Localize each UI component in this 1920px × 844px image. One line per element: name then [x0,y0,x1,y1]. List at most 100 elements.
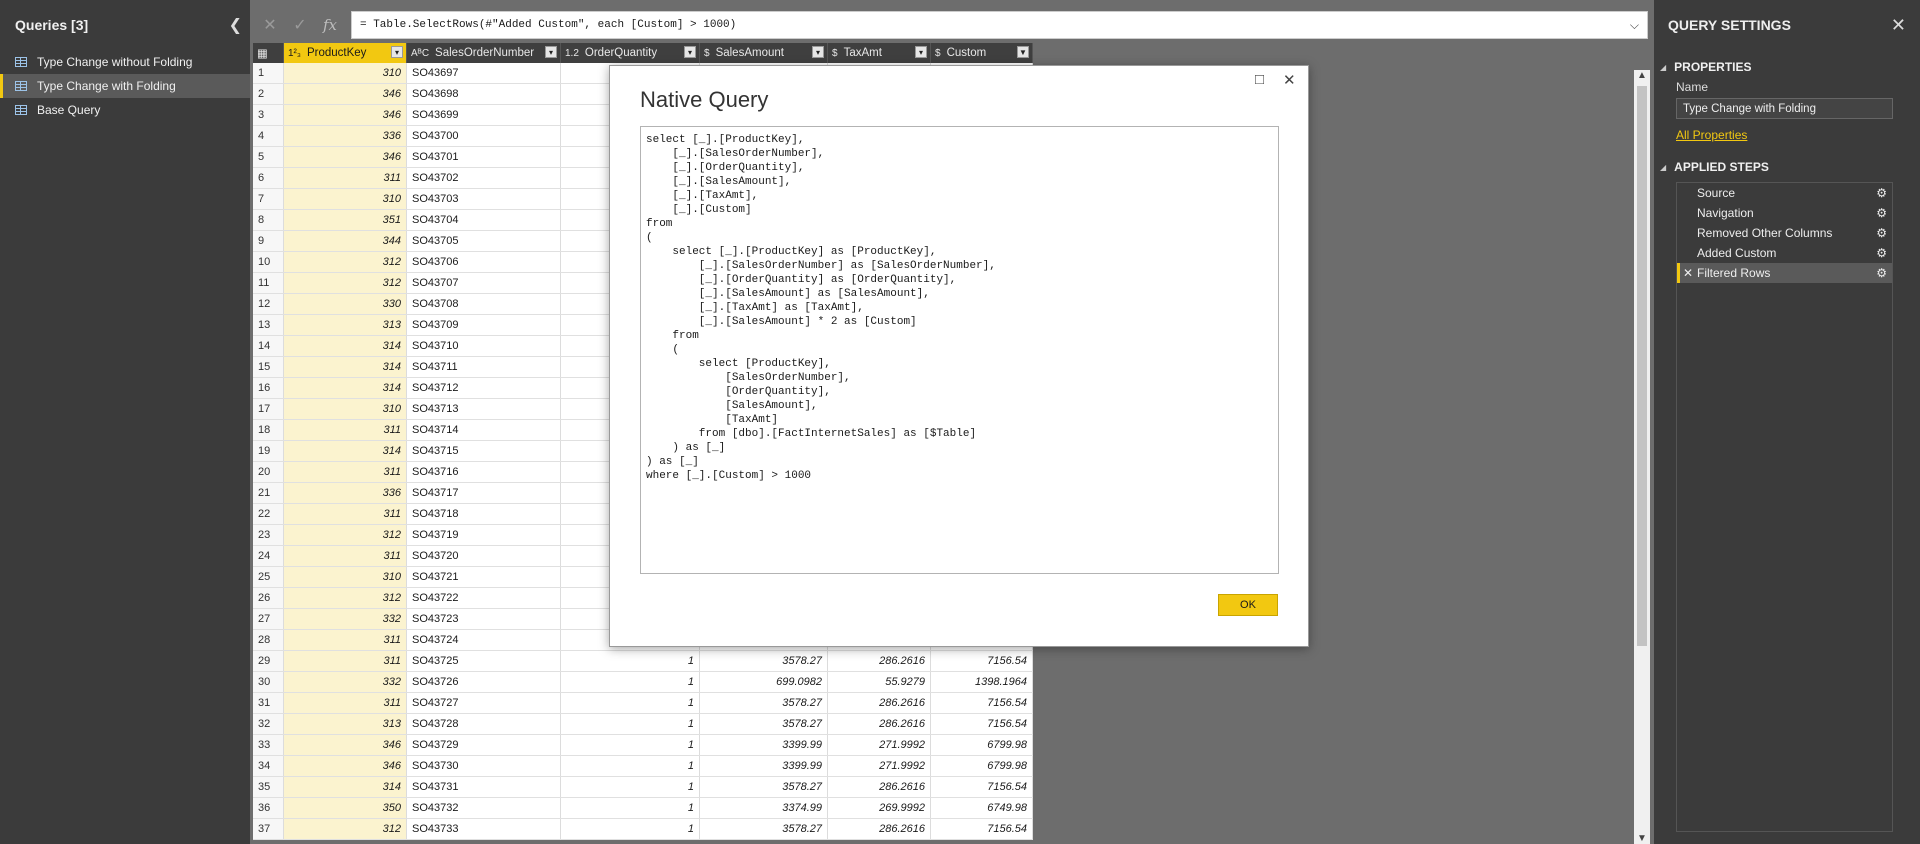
query-item-type-change-with-folding[interactable]: Type Change with Folding [0,74,250,98]
column-filter-active-icon[interactable]: ▼ [1017,46,1029,58]
table-row[interactable]: 37 312 SO43733 1 3578.27 286.2616 7156.54 [253,819,1033,840]
cell-salesordernumber[interactable]: SO43713 [407,399,561,419]
cell-salesordernumber[interactable]: SO43700 [407,126,561,146]
cell-salesordernumber[interactable]: SO43701 [407,147,561,167]
cell-custom[interactable]: 1398.1964 [931,672,1033,692]
cell-salesordernumber[interactable]: SO43725 [407,651,561,671]
row-number[interactable]: 33 [253,735,284,755]
row-number[interactable]: 11 [253,273,284,293]
gear-icon[interactable]: ⚙ [1876,246,1887,260]
row-number[interactable]: 36 [253,798,284,818]
cell-orderquantity[interactable]: 1 [561,756,700,776]
cell-productkey[interactable]: 346 [284,756,407,776]
cell-custom[interactable]: 6799.98 [931,735,1033,755]
cell-salesordernumber[interactable]: SO43703 [407,189,561,209]
column-filter-dropdown[interactable]: ▾ [915,46,927,58]
cell-taxamt[interactable]: 286.2616 [828,693,931,713]
cell-productkey[interactable]: 346 [284,105,407,125]
table-row[interactable]: 33 346 SO43729 1 3399.99 271.9992 6799.98 [253,735,1033,756]
cell-salesordernumber[interactable]: SO43712 [407,378,561,398]
cell-productkey[interactable]: 312 [284,252,407,272]
cell-custom[interactable]: 7156.54 [931,693,1033,713]
sql-text-area[interactable]: select [_].[ProductKey], [_].[SalesOrder… [640,126,1279,574]
table-row[interactable]: 30 332 SO43726 1 699.0982 55.9279 1398.1964 [253,672,1033,693]
column-filter-dropdown[interactable]: ▾ [684,46,696,58]
row-number[interactable]: 32 [253,714,284,734]
row-number[interactable]: 3 [253,105,284,125]
fx-icon[interactable]: fx [315,16,345,34]
row-number[interactable]: 26 [253,588,284,608]
cell-custom[interactable]: 6749.98 [931,798,1033,818]
maximize-icon[interactable]: □ [1255,71,1264,88]
column-header-orderquantity[interactable]: 1.2 OrderQuantity ▾ [561,43,700,63]
cell-taxamt[interactable]: 55.9279 [828,672,931,692]
collapse-pane-icon[interactable]: ❮ [229,15,242,35]
cell-salesamount[interactable]: 3578.27 [700,777,828,797]
row-number[interactable]: 9 [253,231,284,251]
cell-taxamt[interactable]: 271.9992 [828,735,931,755]
cell-salesordernumber[interactable]: SO43699 [407,105,561,125]
row-number[interactable]: 10 [253,252,284,272]
query-name-input[interactable]: Type Change with Folding [1676,98,1893,119]
cell-productkey[interactable]: 311 [284,168,407,188]
row-number[interactable]: 13 [253,315,284,335]
row-number[interactable]: 17 [253,399,284,419]
cell-salesordernumber[interactable]: SO43732 [407,798,561,818]
cell-salesordernumber[interactable]: SO43731 [407,777,561,797]
cell-salesordernumber[interactable]: SO43715 [407,441,561,461]
close-icon[interactable]: ✕ [1891,15,1906,36]
cell-productkey[interactable]: 311 [284,420,407,440]
cell-orderquantity[interactable]: 1 [561,651,700,671]
cell-salesordernumber[interactable]: SO43698 [407,84,561,104]
row-number[interactable]: 37 [253,819,284,839]
cell-salesamount[interactable]: 3399.99 [700,735,828,755]
step-removed-other-columns[interactable]: Removed Other Columns ⚙ [1677,223,1892,243]
cell-productkey[interactable]: 310 [284,189,407,209]
table-row[interactable]: 36 350 SO43732 1 3374.99 269.9992 6749.98 [253,798,1033,819]
table-row[interactable]: 31 311 SO43727 1 3578.27 286.2616 7156.54 [253,693,1033,714]
cell-productkey[interactable]: 312 [284,525,407,545]
step-source[interactable]: Source ⚙ [1677,183,1892,203]
ok-button[interactable]: OK [1218,594,1278,616]
gear-icon[interactable]: ⚙ [1876,186,1887,200]
cell-salesordernumber[interactable]: SO43727 [407,693,561,713]
cell-productkey[interactable]: 346 [284,147,407,167]
scroll-up-icon[interactable]: ▲ [1634,70,1650,81]
cell-productkey[interactable]: 311 [284,546,407,566]
cell-salesordernumber[interactable]: SO43728 [407,714,561,734]
cell-salesordernumber[interactable]: SO43697 [407,63,561,83]
table-row[interactable]: 29 311 SO43725 1 3578.27 286.2616 7156.54 [253,651,1033,672]
cell-productkey[interactable]: 311 [284,651,407,671]
cell-productkey[interactable]: 314 [284,777,407,797]
cell-salesordernumber[interactable]: SO43729 [407,735,561,755]
table-menu-icon[interactable]: ▦ [253,43,284,63]
cell-productkey[interactable]: 312 [284,819,407,839]
cell-salesordernumber[interactable]: SO43718 [407,504,561,524]
vertical-scrollbar[interactable]: ▲ ▼ [1634,70,1650,844]
cell-salesamount[interactable]: 699.0982 [700,672,828,692]
properties-section-title[interactable]: ◢ PROPERTIES [1654,60,1920,74]
cell-salesordernumber[interactable]: SO43706 [407,252,561,272]
cell-orderquantity[interactable]: 1 [561,672,700,692]
row-number[interactable]: 12 [253,294,284,314]
cell-custom[interactable]: 6799.98 [931,756,1033,776]
step-navigation[interactable]: Navigation ⚙ [1677,203,1892,223]
row-number[interactable]: 15 [253,357,284,377]
cell-productkey[interactable]: 346 [284,84,407,104]
row-number[interactable]: 28 [253,630,284,650]
cell-productkey[interactable]: 311 [284,462,407,482]
cell-salesordernumber[interactable]: SO43717 [407,483,561,503]
delete-step-icon[interactable]: ✕ [1683,266,1693,280]
column-header-salesamount[interactable]: $ SalesAmount ▾ [700,43,828,63]
expand-formula-icon[interactable]: ⌵ [1630,18,1639,33]
step-filtered-rows[interactable]: ✕ Filtered Rows ⚙ [1677,263,1892,283]
column-header-salesordernumber[interactable]: AᴮC SalesOrderNumber ▾ [407,43,561,63]
row-number[interactable]: 35 [253,777,284,797]
cell-productkey[interactable]: 332 [284,672,407,692]
row-number[interactable]: 5 [253,147,284,167]
cell-custom[interactable]: 7156.54 [931,777,1033,797]
cell-taxamt[interactable]: 271.9992 [828,756,931,776]
query-item-base-query[interactable]: Base Query [0,98,250,122]
gear-icon[interactable]: ⚙ [1876,266,1887,280]
cell-custom[interactable]: 7156.54 [931,651,1033,671]
